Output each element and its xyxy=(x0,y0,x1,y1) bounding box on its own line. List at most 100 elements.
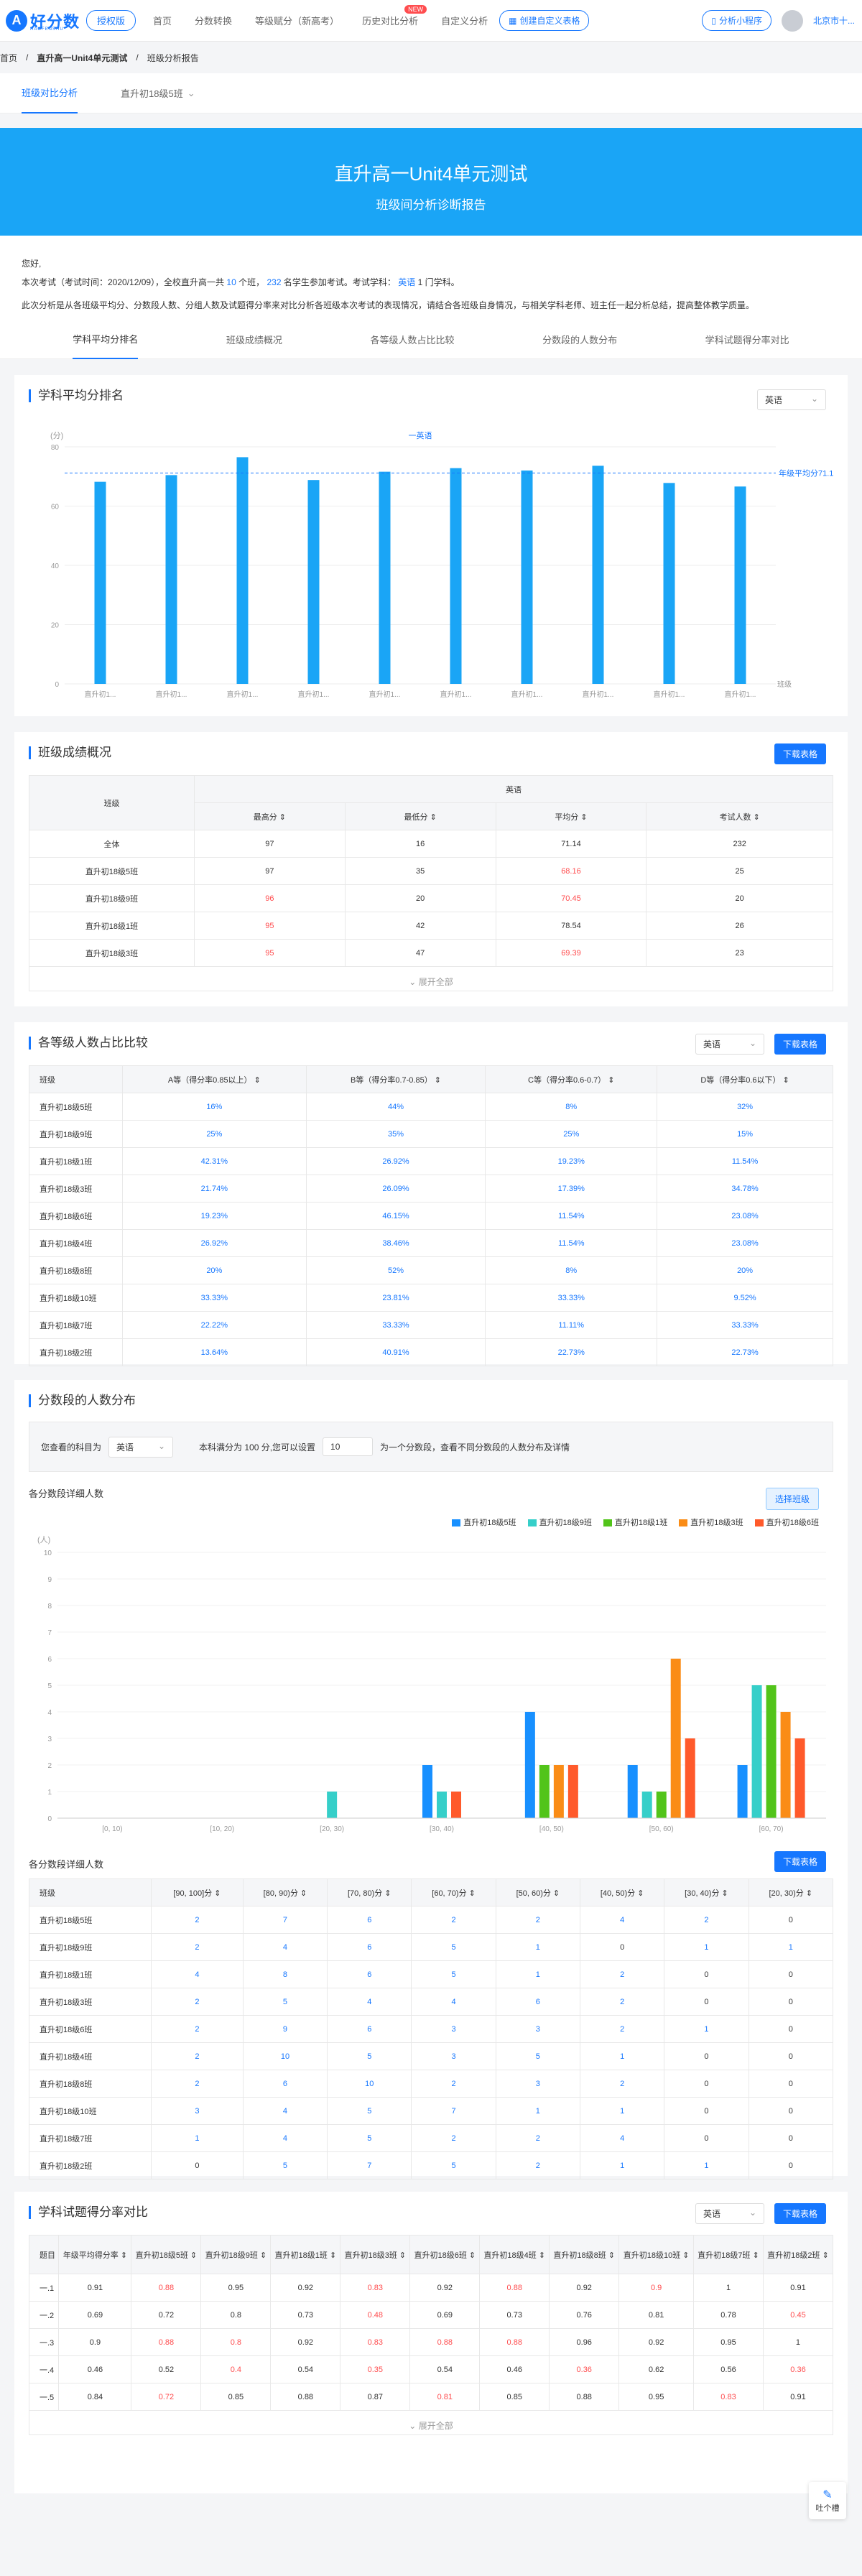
table-cell[interactable]: 4 xyxy=(579,2124,665,2152)
bar[interactable] xyxy=(685,1738,695,1818)
col-header[interactable]: C等（得分率0.6-0.7） ⇕ xyxy=(485,1065,658,1093)
bar[interactable] xyxy=(553,1765,564,1818)
col-header[interactable]: D等（得分率0.6以下） ⇕ xyxy=(657,1065,833,1093)
table-cell[interactable]: 10 xyxy=(242,2042,328,2070)
table-cell[interactable]: 0 xyxy=(664,2124,749,2152)
col-header[interactable]: [40, 50)分 ⇕ xyxy=(579,1878,665,1906)
col-header[interactable]: 直升初18级9班 ⇕ xyxy=(200,2235,272,2274)
table-cell[interactable]: 2 xyxy=(579,1960,665,1988)
subject-select[interactable]: 英语 ⌄ xyxy=(757,389,826,410)
table-cell[interactable]: 23.08% xyxy=(657,1202,833,1230)
tab-levels[interactable]: 各等级人数占比比较 xyxy=(370,320,454,359)
table-cell[interactable]: 7 xyxy=(411,2097,496,2125)
table-cell[interactable]: 5 xyxy=(411,1960,496,1988)
table-cell[interactable]: 1 xyxy=(495,2097,581,2125)
table-cell[interactable]: 11.54% xyxy=(657,1147,833,1175)
col-header[interactable]: [90, 100]分 ⇕ xyxy=(151,1878,244,1906)
table-cell[interactable]: 22.73% xyxy=(485,1338,658,1366)
table-cell[interactable]: 1 xyxy=(495,1960,581,1988)
legend-item[interactable]: 直升初18级1班 xyxy=(603,1516,667,1528)
bar[interactable] xyxy=(327,1792,338,1818)
bar[interactable] xyxy=(627,1765,638,1818)
tab-overview[interactable]: 班级成绩概况 xyxy=(226,320,282,359)
table-cell[interactable]: 33.33% xyxy=(657,1311,833,1339)
table-cell[interactable]: 11.54% xyxy=(485,1229,658,1257)
table-cell[interactable]: 2 xyxy=(495,2151,581,2179)
table-cell[interactable]: 20% xyxy=(657,1256,833,1284)
table-cell[interactable]: 8% xyxy=(485,1093,658,1121)
table-cell[interactable]: 0 xyxy=(748,1960,834,1988)
tab-class-select[interactable]: 直升初18级5班 ⌄ xyxy=(121,73,195,113)
table-cell[interactable]: 44% xyxy=(305,1093,486,1121)
table-cell[interactable]: 1 xyxy=(664,2151,749,2179)
table-cell[interactable]: 17.39% xyxy=(485,1175,658,1203)
bar[interactable] xyxy=(794,1738,805,1818)
download-table-button[interactable]: 下载表格 xyxy=(774,1034,826,1055)
table-cell[interactable]: 15% xyxy=(657,1120,833,1148)
bar[interactable] xyxy=(734,486,746,684)
table-cell[interactable]: 0 xyxy=(664,2070,749,2098)
bar[interactable] xyxy=(422,1765,432,1818)
col-header[interactable]: [60, 70)分 ⇕ xyxy=(411,1878,496,1906)
table-cell[interactable]: 0 xyxy=(664,1960,749,1988)
table-cell[interactable]: 2 xyxy=(579,1988,665,2016)
table-cell[interactable]: 25% xyxy=(485,1120,658,1148)
table-cell[interactable]: 3 xyxy=(151,2097,244,2125)
table-cell[interactable]: 26.92% xyxy=(305,1147,486,1175)
col-header[interactable]: 直升初18级4班 ⇕ xyxy=(479,2235,550,2274)
table-cell[interactable]: 2 xyxy=(664,1906,749,1934)
avatar[interactable] xyxy=(781,9,803,32)
table-cell[interactable]: 40.91% xyxy=(305,1338,486,1366)
bar[interactable] xyxy=(524,1712,535,1818)
table-cell[interactable]: 0 xyxy=(748,2042,834,2070)
tab-class-compare[interactable]: 班级对比分析 xyxy=(22,73,78,113)
col-header-count[interactable]: 考试人数 ⇕ xyxy=(646,802,833,830)
feedback-button[interactable]: ✎ 吐个槽 xyxy=(809,2482,846,2519)
table-cell[interactable]: 23.81% xyxy=(305,1284,486,1312)
table-cell[interactable]: 0 xyxy=(151,2151,244,2179)
table-cell[interactable]: 5 xyxy=(327,2124,412,2152)
table-cell[interactable]: 1 xyxy=(664,2015,749,2043)
table-cell[interactable]: 2 xyxy=(495,1906,581,1934)
table-cell[interactable]: 2 xyxy=(579,2015,665,2043)
table-cell[interactable]: 0 xyxy=(664,2097,749,2125)
bar[interactable] xyxy=(567,1765,578,1818)
nav-home[interactable]: 首页 xyxy=(142,14,183,27)
bar[interactable] xyxy=(236,457,249,684)
table-cell[interactable]: 2 xyxy=(579,2070,665,2098)
table-cell[interactable]: 5 xyxy=(327,2097,412,2125)
subject-select[interactable]: 英语 ⌄ xyxy=(108,1436,174,1458)
col-header[interactable]: 直升初18级6班 ⇕ xyxy=(409,2235,481,2274)
create-custom-table-button[interactable]: ▦ 创建自定义表格 xyxy=(499,10,590,31)
legend-item[interactable]: 直升初18级5班 xyxy=(452,1516,516,1528)
subject-select[interactable]: 英语 ⌄ xyxy=(695,2203,764,2224)
table-cell[interactable]: 0 xyxy=(748,2015,834,2043)
download-table-button[interactable]: 下载表格 xyxy=(774,2203,826,2224)
table-cell[interactable]: 16% xyxy=(122,1093,307,1121)
table-cell[interactable]: 4 xyxy=(411,1988,496,2016)
subject-select[interactable]: 英语 ⌄ xyxy=(695,1034,764,1055)
bar[interactable] xyxy=(94,481,106,684)
col-header[interactable]: 直升初18级3班 ⇕ xyxy=(340,2235,411,2274)
nav-level-scoring[interactable]: 等级赋分（新高考） xyxy=(244,14,351,27)
table-cell[interactable]: 25% xyxy=(122,1120,307,1148)
table-cell[interactable]: 0 xyxy=(664,2042,749,2070)
col-header[interactable]: 年级平均得分率 ⇕ xyxy=(58,2235,132,2274)
table-cell[interactable]: 33.33% xyxy=(122,1284,307,1312)
table-cell[interactable]: 6 xyxy=(327,1906,412,1934)
table-cell[interactable]: 38.46% xyxy=(305,1229,486,1257)
table-cell[interactable]: 19.23% xyxy=(122,1202,307,1230)
expand-all-button[interactable]: ⌄ 展开全部 xyxy=(29,967,833,991)
col-header-max[interactable]: 最高分 ⇕ xyxy=(194,802,346,830)
bar[interactable] xyxy=(307,480,320,684)
table-cell[interactable]: 20% xyxy=(122,1256,307,1284)
tab-distribution[interactable]: 分数段的人数分布 xyxy=(542,320,617,359)
table-cell[interactable]: 6 xyxy=(327,2015,412,2043)
table-cell[interactable]: 42.31% xyxy=(122,1147,307,1175)
table-cell[interactable]: 8 xyxy=(242,1960,328,1988)
table-cell[interactable]: 33.33% xyxy=(485,1284,658,1312)
table-cell[interactable]: 3 xyxy=(495,2015,581,2043)
table-cell[interactable]: 34.78% xyxy=(657,1175,833,1203)
table-cell[interactable]: 0 xyxy=(748,1906,834,1934)
bar[interactable] xyxy=(592,465,604,684)
